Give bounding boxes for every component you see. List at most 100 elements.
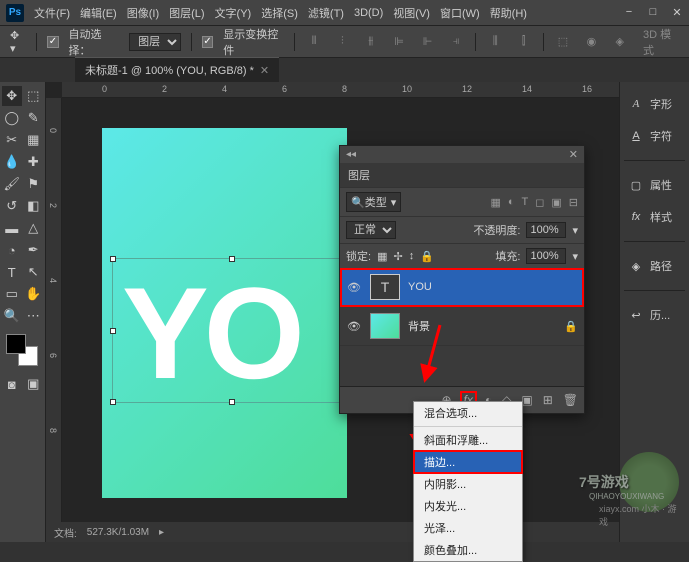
paths-panel-tab[interactable]: ◈路径 <box>624 254 685 278</box>
layer-thumbnail[interactable] <box>370 313 400 339</box>
layer-kind-filter[interactable]: 🔍 类型 ▾ <box>346 192 401 212</box>
menu-view[interactable]: 视图(V) <box>393 5 430 21</box>
layers-panel[interactable]: ◂◂ ✕ 图层 🔍 类型 ▾ ▦ ◐ T ◻ ▣ ⊟ 正常 不透明度: ▾ 锁定… <box>339 145 585 414</box>
lock-all-icon[interactable]: 🔒 <box>420 250 434 263</box>
fx-inner-glow[interactable]: 内发光... <box>414 495 522 517</box>
frame-tool[interactable]: ▦ <box>24 130 44 150</box>
move-tool-icon[interactable]: ✥ ▾ <box>10 29 26 55</box>
3d-icon3[interactable]: ◈ <box>611 32 629 52</box>
tab-close-icon[interactable]: ✕ <box>260 64 269 77</box>
lasso-tool[interactable]: ◯ <box>2 108 22 128</box>
transform-handle[interactable] <box>110 328 116 334</box>
layer-name[interactable]: YOU <box>408 281 578 293</box>
styles-panel-tab[interactable]: fx样式 <box>624 205 685 229</box>
blur-tool[interactable]: △ <box>24 218 44 238</box>
lock-icon[interactable]: 🔒 <box>564 320 578 333</box>
edit-toolbar[interactable]: ⋯ <box>24 306 44 326</box>
menu-edit[interactable]: 编辑(E) <box>80 5 117 21</box>
gradient-tool[interactable]: ▬ <box>2 218 22 238</box>
3d-icon[interactable]: ⬚ <box>554 32 572 52</box>
auto-select-dropdown[interactable]: 图层 <box>129 33 181 51</box>
panel-tab[interactable]: 图层 <box>340 163 584 187</box>
quickmask-tool[interactable]: ◙ <box>2 374 22 394</box>
filter-shape-icon[interactable]: ◻ <box>535 196 544 209</box>
hand-tool[interactable]: ✋ <box>24 284 44 304</box>
show-transform-checkbox[interactable] <box>202 36 213 48</box>
align-top-icon[interactable]: ⫴ <box>305 32 323 52</box>
clone-tool[interactable]: ⚑ <box>24 174 44 194</box>
collapse-icon[interactable]: ◂◂ <box>346 149 356 160</box>
ruler-vertical[interactable]: 0 2 4 6 8 <box>46 98 62 542</box>
blend-mode-dropdown[interactable]: 正常 <box>346 221 396 239</box>
filter-pixel-icon[interactable]: ▦ <box>490 196 500 209</box>
filter-toggle-icon[interactable]: ⊟ <box>569 196 578 209</box>
group-icon[interactable]: ▣ <box>521 393 532 407</box>
zoom-tool[interactable]: 🔍 <box>2 306 22 326</box>
pen-tool[interactable]: ✒ <box>24 240 44 260</box>
status-more-icon[interactable]: ▸ <box>159 527 164 538</box>
type-tool[interactable]: T <box>2 262 22 282</box>
delete-layer-icon[interactable]: 🗑 <box>563 393 578 407</box>
layer-item-background[interactable]: 👁 背景 🔒 <box>340 307 584 346</box>
panel-close-icon[interactable]: ✕ <box>569 148 578 161</box>
fx-inner-shadow[interactable]: 内阴影... <box>414 473 522 495</box>
auto-select-checkbox[interactable] <box>47 36 58 48</box>
visibility-toggle-icon[interactable]: 👁 <box>346 281 362 294</box>
move-tool[interactable]: ✥ <box>2 86 22 106</box>
character-panel-tab[interactable]: A字符 <box>624 124 685 148</box>
new-layer-icon[interactable]: ⊞ <box>543 393 553 407</box>
dodge-tool[interactable]: ◔ <box>2 240 22 260</box>
glyphs-panel-tab[interactable]: A字形 <box>624 92 685 116</box>
transform-bounding-box[interactable] <box>112 258 352 403</box>
lock-pixels-icon[interactable]: ▦ <box>377 250 387 263</box>
filter-type-icon[interactable]: T <box>522 196 529 209</box>
close-icon[interactable]: ✕ <box>671 6 683 19</box>
menu-window[interactable]: 窗口(W) <box>440 5 480 21</box>
opacity-input[interactable] <box>526 222 566 238</box>
distribute-icon[interactable]: ⫼ <box>486 32 504 52</box>
menu-layer[interactable]: 图层(L) <box>169 5 204 21</box>
chevron-down-icon[interactable]: ▾ <box>572 250 578 263</box>
chevron-down-icon[interactable]: ▾ <box>572 224 578 237</box>
menu-image[interactable]: 图像(I) <box>127 5 159 21</box>
fill-input[interactable] <box>526 248 566 264</box>
layer-name[interactable]: 背景 <box>408 318 556 334</box>
lock-position-icon[interactable]: ✢ <box>393 250 402 263</box>
canvas[interactable]: YO <box>102 128 347 498</box>
fx-color-overlay[interactable]: 颜色叠加... <box>414 539 522 561</box>
eraser-tool[interactable]: ◧ <box>24 196 44 216</box>
healing-tool[interactable]: ✚ <box>24 152 44 172</box>
color-swatches[interactable] <box>6 334 38 366</box>
fx-blending-options[interactable]: 混合选项... <box>414 402 522 424</box>
brush-tool[interactable]: 🖌 <box>2 174 22 194</box>
fx-satin[interactable]: 光泽... <box>414 517 522 539</box>
distribute-icon2[interactable]: ⫿ <box>515 32 533 52</box>
align-vcenter-icon[interactable]: ⫶ <box>333 32 351 52</box>
ruler-horizontal[interactable]: 0 2 4 6 8 10 12 14 16 <box>62 82 619 98</box>
lock-artboard-icon[interactable]: ↕ <box>409 250 415 262</box>
fx-stroke[interactable]: 描边... <box>414 451 522 473</box>
screenmode-tool[interactable]: ▣ <box>24 374 44 394</box>
align-hcenter-icon[interactable]: ⊩ <box>418 32 436 52</box>
align-right-icon[interactable]: ⫣ <box>447 32 465 52</box>
menu-filter[interactable]: 滤镜(T) <box>308 5 344 21</box>
fx-bevel-emboss[interactable]: 斜面和浮雕... <box>414 429 522 451</box>
panel-header[interactable]: ◂◂ ✕ <box>340 146 584 163</box>
filter-adjustment-icon[interactable]: ◐ <box>508 196 515 209</box>
document-tab[interactable]: 未标题-1 @ 100% (YOU, RGB/8) * ✕ <box>75 57 279 82</box>
path-select-tool[interactable]: ↖ <box>24 262 44 282</box>
align-bottom-icon[interactable]: ⫵ <box>362 32 380 52</box>
minimize-icon[interactable]: − <box>623 6 635 19</box>
menu-type[interactable]: 文字(Y) <box>215 5 252 21</box>
quick-select-tool[interactable]: ✎ <box>24 108 44 128</box>
filter-smart-icon[interactable]: ▣ <box>551 196 561 209</box>
history-brush-tool[interactable]: ↺ <box>2 196 22 216</box>
menu-file[interactable]: 文件(F) <box>34 5 70 21</box>
layer-thumbnail[interactable]: T <box>370 274 400 300</box>
align-left-icon[interactable]: ⊫ <box>390 32 408 52</box>
eyedropper-tool[interactable]: 💧 <box>2 152 22 172</box>
menu-3d[interactable]: 3D(D) <box>354 7 383 19</box>
layer-item-text[interactable]: 👁 T YOU <box>340 268 584 307</box>
transform-handle[interactable] <box>110 399 116 405</box>
transform-handle[interactable] <box>229 399 235 405</box>
